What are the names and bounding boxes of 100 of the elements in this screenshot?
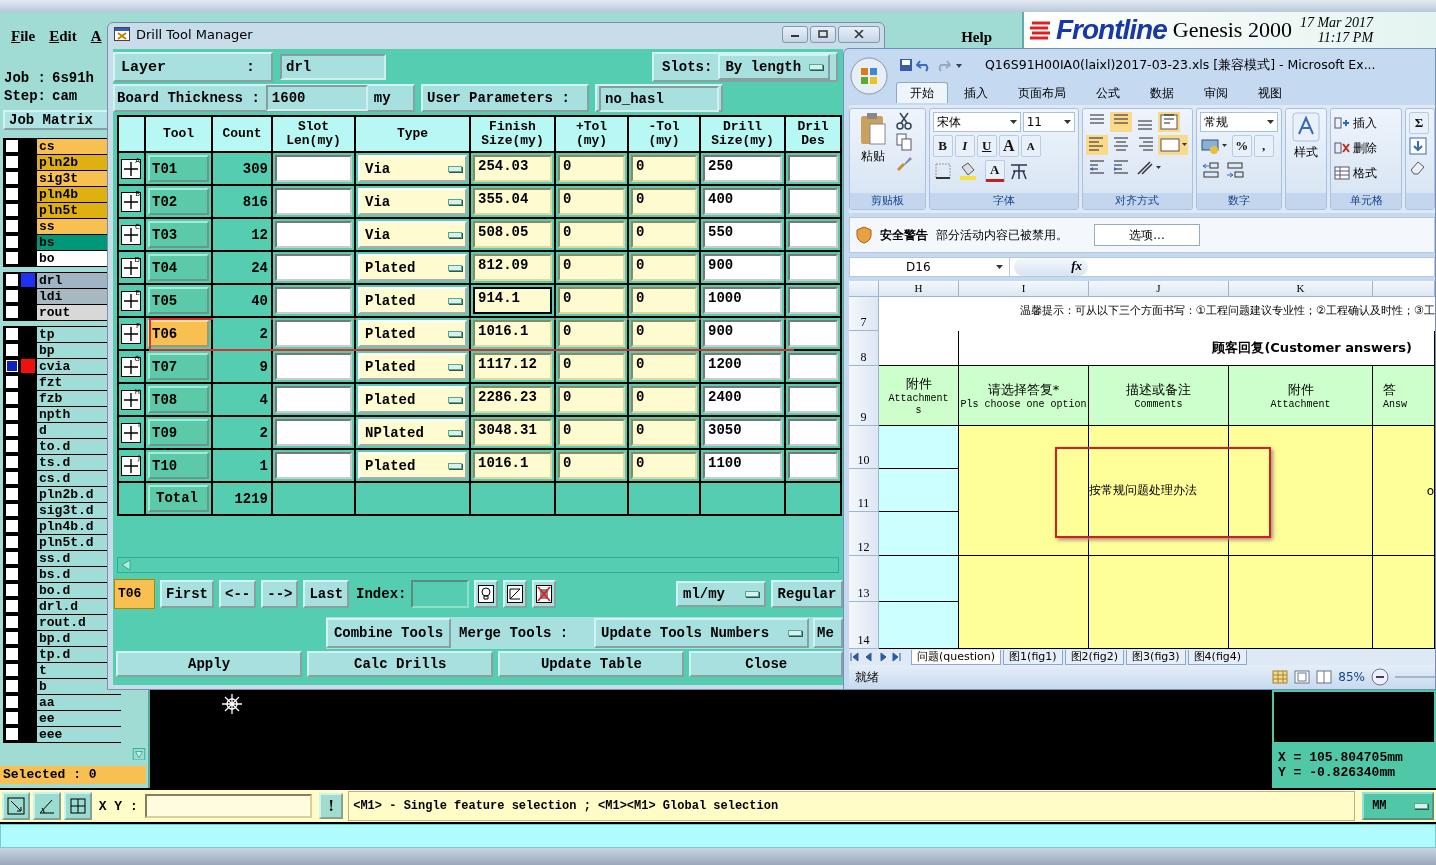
layer-checkbox[interactable] bbox=[6, 220, 18, 233]
drill-size-field[interactable]: 1200 bbox=[703, 353, 782, 380]
maximize-button[interactable] bbox=[810, 25, 836, 43]
column-header[interactable]: K bbox=[1229, 281, 1373, 297]
tolerance-field[interactable]: 0 bbox=[631, 419, 697, 446]
tolerance-field[interactable]: 0 bbox=[631, 287, 697, 314]
layer-checkbox[interactable] bbox=[6, 290, 18, 303]
type-dropdown[interactable]: NPlated bbox=[358, 419, 467, 446]
paste-button[interactable]: 粘贴 bbox=[853, 112, 893, 190]
units-dropdown[interactable]: MM bbox=[1362, 792, 1434, 820]
layer-checkbox[interactable] bbox=[6, 488, 18, 501]
column-header[interactable]: H bbox=[879, 281, 959, 297]
nav-button[interactable]: First bbox=[160, 580, 214, 608]
fill-down-icon[interactable] bbox=[1409, 137, 1428, 155]
cells-button[interactable]: 删除 bbox=[1334, 137, 1378, 159]
sheet-tab[interactable]: 图3(fig3) bbox=[1126, 649, 1186, 665]
sheet-tab[interactable]: 图1(fig1) bbox=[1003, 649, 1063, 665]
delete-button[interactable] bbox=[532, 580, 557, 608]
ribbon-tab[interactable]: 公式 bbox=[1082, 82, 1134, 103]
row-header[interactable]: 7 bbox=[849, 297, 879, 331]
type-dropdown[interactable]: Plated bbox=[358, 386, 467, 413]
column-header[interactable]: J bbox=[1089, 281, 1229, 297]
menu-item[interactable]: File bbox=[11, 28, 36, 45]
drill-size-field[interactable]: 900 bbox=[703, 320, 782, 347]
font-dropdown[interactable]: 宋体 bbox=[932, 112, 1021, 132]
parameters-field[interactable]: no_hasl bbox=[599, 86, 719, 112]
sum-button[interactable]: Σ bbox=[1409, 112, 1430, 134]
finish-size-field[interactable]: 914.1 bbox=[473, 287, 552, 314]
tolerance-field[interactable]: 0 bbox=[631, 188, 697, 215]
tolerance-field[interactable]: 0 bbox=[558, 353, 625, 380]
type-dropdown[interactable]: Via bbox=[358, 155, 467, 182]
tolerance-field[interactable]: 0 bbox=[631, 221, 697, 248]
slots-dropdown[interactable]: By length bbox=[718, 54, 831, 80]
zoom-button[interactable] bbox=[2, 792, 30, 820]
layer-checkbox[interactable] bbox=[6, 274, 18, 287]
finish-size-field[interactable]: 1016.1 bbox=[473, 320, 552, 347]
layer-checkbox[interactable] bbox=[6, 504, 18, 517]
tool-button[interactable]: T05 bbox=[148, 287, 209, 314]
tolerance-field[interactable]: 0 bbox=[558, 188, 625, 215]
layer-name[interactable]: eee bbox=[37, 726, 121, 742]
angle-button[interactable] bbox=[32, 792, 61, 820]
tolerance-field[interactable]: 0 bbox=[631, 386, 697, 413]
close-button[interactable] bbox=[838, 25, 880, 43]
type-dropdown[interactable]: Via bbox=[358, 221, 467, 248]
tool-button[interactable]: T09 bbox=[148, 419, 209, 446]
tolerance-field[interactable]: 0 bbox=[558, 386, 625, 413]
drill-size-field[interactable]: 550 bbox=[703, 221, 782, 248]
sheet-tab[interactable]: 问题(question) bbox=[911, 649, 1002, 665]
page-break-icon[interactable] bbox=[1316, 670, 1333, 684]
merge-dropdown[interactable]: Update Tools Numbers bbox=[594, 618, 809, 648]
tolerance-field[interactable]: 0 bbox=[558, 320, 625, 347]
tolerance-field[interactable]: 0 bbox=[558, 254, 625, 281]
ribbon-tab[interactable]: 开始 bbox=[896, 82, 948, 103]
font-color-button[interactable]: A bbox=[984, 160, 1005, 182]
drill-size-field[interactable]: 250 bbox=[703, 155, 782, 182]
tolerance-field[interactable]: 0 bbox=[631, 155, 697, 182]
number-format-dropdown[interactable]: 常规 bbox=[1199, 112, 1278, 132]
row-header[interactable]: 10 bbox=[849, 426, 879, 469]
row-header[interactable]: 9 bbox=[849, 366, 879, 426]
tool-button[interactable]: T02 bbox=[148, 188, 209, 215]
ribbon-tab[interactable]: 插入 bbox=[950, 82, 1002, 103]
menu-item[interactable]: Edit bbox=[49, 28, 77, 45]
tolerance-field[interactable]: 0 bbox=[631, 320, 697, 347]
type-dropdown[interactable]: Plated bbox=[358, 320, 467, 347]
copy-icon[interactable] bbox=[896, 133, 912, 151]
layer-checkbox[interactable] bbox=[6, 408, 18, 421]
layer-checkbox[interactable] bbox=[6, 600, 18, 613]
layer-name[interactable]: ee bbox=[37, 710, 121, 726]
finish-size-field[interactable]: 812.09 bbox=[473, 254, 552, 281]
currency-icon[interactable] bbox=[1199, 136, 1230, 156]
action-button[interactable]: Apply bbox=[116, 651, 303, 677]
layer-checkbox[interactable] bbox=[6, 188, 18, 201]
tolerance-field[interactable]: 0 bbox=[631, 353, 697, 380]
row-header[interactable]: 11 bbox=[849, 469, 879, 512]
row-header[interactable]: 8 bbox=[849, 331, 879, 366]
layer-checkbox[interactable] bbox=[6, 728, 18, 741]
zoom-out-icon[interactable] bbox=[1371, 668, 1389, 686]
layer-checkbox[interactable] bbox=[6, 424, 18, 437]
bulb-button[interactable] bbox=[474, 580, 499, 608]
type-dropdown[interactable]: Plated bbox=[358, 287, 467, 314]
cells-button[interactable]: 插入 bbox=[1334, 112, 1378, 134]
finish-size-field[interactable]: 254.03 bbox=[473, 155, 552, 182]
tolerance-field[interactable]: 0 bbox=[558, 287, 625, 314]
layer-checkbox[interactable] bbox=[6, 632, 18, 645]
size-dropdown[interactable]: 11 bbox=[1022, 112, 1075, 132]
tool-button[interactable]: T10 bbox=[148, 452, 209, 479]
drill-size-field[interactable]: 2400 bbox=[703, 386, 782, 413]
tolerance-field[interactable]: 0 bbox=[631, 254, 697, 281]
layer-checkbox[interactable] bbox=[6, 252, 18, 265]
sheet-tab[interactable]: 图2(fig2) bbox=[1064, 649, 1125, 665]
combine-button[interactable]: Combine Tools bbox=[326, 618, 451, 648]
minimize-button[interactable] bbox=[782, 25, 808, 43]
layer-checkbox[interactable] bbox=[6, 456, 18, 469]
layer-checkbox[interactable] bbox=[6, 328, 18, 341]
layer-checkbox[interactable] bbox=[6, 376, 18, 389]
page-layout-icon[interactable] bbox=[1294, 670, 1311, 684]
layer-checkbox[interactable] bbox=[6, 616, 18, 629]
function-button[interactable]: fx bbox=[1014, 258, 1088, 276]
scissors-icon[interactable] bbox=[896, 112, 912, 130]
align-middle-icon[interactable] bbox=[1110, 112, 1133, 132]
